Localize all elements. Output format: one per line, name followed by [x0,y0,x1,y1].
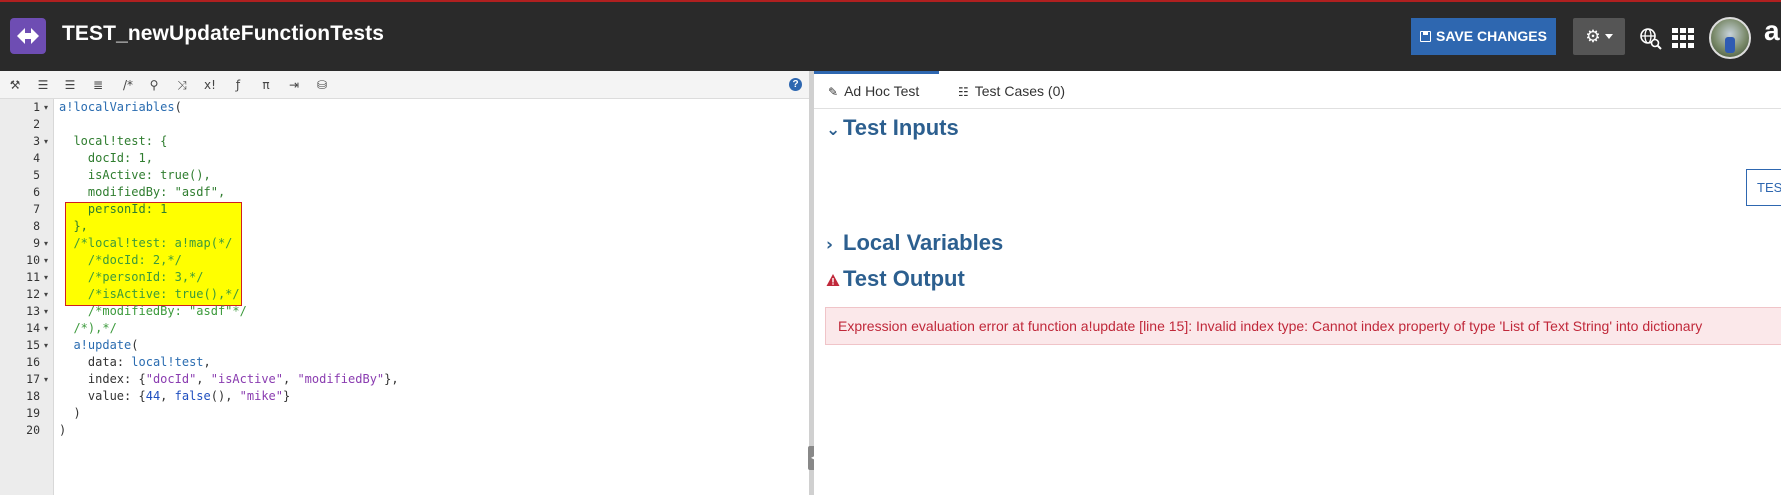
help-icon[interactable]: ? [789,78,802,91]
tab-ad-hoc-test[interactable]: ✎ Ad Hoc Test [814,71,939,109]
code-line: /*local!test: a!map(*/ [59,236,233,250]
test-inputs-header[interactable]: ⌄ Test Inputs [826,114,959,142]
database-search-icon[interactable]: ⛁ [314,77,330,93]
test-button[interactable]: TEST [1746,169,1781,206]
code-line: /*docId: 2,*/ [59,253,182,267]
line-number: 4 [33,151,40,165]
fold-toggle-icon[interactable]: ▾ [44,99,52,116]
shuffle-icon[interactable]: ⤨ [174,77,190,93]
code-line: a!update( [73,338,139,352]
outdent-icon[interactable]: ☰ [35,77,51,93]
code-line: a!localVariables( [59,100,182,114]
tab-label: Test Cases (0) [974,83,1066,99]
code-line: }, [59,219,88,233]
save-label: SAVE CHANGES [1436,28,1547,44]
code-line: ) [59,423,67,437]
local-variables-header[interactable]: › Local Variables [826,229,1003,257]
error-message: Expression evaluation error at function … [825,307,1781,345]
line-number: 19 [26,406,40,420]
expression-editor: ⚒ ☰ ☰ ≣ /* ⚲ ⤨ x! ƒ π ⇥ ⛁ ? 1 ▾ 2 3 ▾ 4 5 6 7 8 9 ▾… [0,71,809,495]
brand-logo-partial: a [1764,15,1780,46]
test-pane: ✎ Ad Hoc Test ☷ Test Cases (0) ⌄ Test Input… [814,71,1781,495]
section-title: Test Output [843,266,965,291]
code-line: modifiedBy: "asdf", [59,185,226,199]
fold-toggle-icon[interactable]: ▾ [44,269,52,286]
line-number: 15 [26,338,40,352]
line-number: 8 [33,219,40,233]
line-number: 3 [33,134,40,148]
fold-toggle-icon[interactable]: ▾ [44,133,52,150]
line-number: 12 [26,287,40,301]
chevron-right-icon: › [826,235,834,255]
line-number: 17 [26,372,40,386]
code-line: /*isActive: true(),*/ [59,287,240,301]
line-number: 7 [33,202,40,216]
code-line: local!test: { [59,134,168,148]
section-title: Test Inputs [843,115,959,140]
fold-toggle-icon[interactable]: ▾ [44,286,52,303]
fold-toggle-icon[interactable]: ▾ [44,371,52,388]
line-number: 11 [26,270,40,284]
apps-grid-icon[interactable] [1672,28,1694,48]
gear-icon: ⚙ [1585,27,1601,46]
line-number: 6 [33,185,40,199]
chevron-down-icon: ⌄ [826,120,841,140]
globe-search-icon[interactable] [1638,26,1662,50]
app-title: TEST_newUpdateFunctionTests [62,22,385,45]
line-number: 10 [26,253,40,267]
test-tabs: ✎ Ad Hoc Test ☷ Test Cases (0) [814,71,1781,109]
indent-icon[interactable]: ☰ [62,77,78,93]
tab-test-cases[interactable]: ☷ Test Cases (0) [944,71,1079,109]
line-number: 14 [26,321,40,335]
code-line: /*personId: 3,*/ [59,270,204,284]
list-icon[interactable]: ≣ [90,77,106,93]
fold-toggle-icon[interactable]: ▾ [44,337,52,354]
fold-toggle-icon[interactable]: ▾ [44,320,52,337]
tab-label: Ad Hoc Test [844,83,920,99]
editor-toolbar: ⚒ ☰ ☰ ≣ /* ⚲ ⤨ x! ƒ π ⇥ ⛁ ? [0,71,809,99]
line-number: 16 [26,355,40,369]
magic-wand-icon[interactable]: ⚒ [7,77,23,93]
comment-icon[interactable]: /* [120,77,136,93]
section-title: Local Variables [843,230,1004,255]
code-line: data: local!test, [87,355,211,369]
line-number: 20 [26,423,40,437]
app-logo-icon [10,18,46,54]
code-line: docId: 1, [59,151,153,165]
avatar[interactable] [1709,17,1751,59]
code-line: value: {44, false(), "mike"} [87,389,291,403]
code-area[interactable]: a!localVariables( local!test: { docId: 1… [55,99,805,495]
settings-menu-button[interactable]: ⚙ [1573,18,1625,55]
pi-icon[interactable]: π [258,77,274,93]
fold-toggle-icon[interactable]: ▾ [44,252,52,269]
line-number: 9 [33,236,40,250]
warning-icon [826,274,840,286]
save-disk-icon [1420,31,1431,42]
line-number-gutter: 1 ▾ 2 3 ▾ 4 5 6 7 8 9 ▾ 10 ▾ 11 ▾ 12 ▾ 13 ▾ 14 ▾ 15 ▾ 16 17 ▾ 18 19 2… [0,99,54,495]
list-icon: ☷ [958,85,969,99]
fold-toggle-icon[interactable]: ▾ [44,303,52,320]
fold-toggle-icon[interactable]: ▾ [44,235,52,252]
line-number: 1 [33,100,40,114]
code-line: personId: 1 [59,202,168,216]
code-line: isActive: true(), [59,168,211,182]
code-line: ) [59,406,81,420]
function-icon[interactable]: ƒ [230,77,246,93]
test-output-header: Test Output [826,265,965,293]
line-number: 13 [26,304,40,318]
export-icon[interactable]: ⇥ [286,77,302,93]
chevron-down-icon [1604,34,1613,39]
x-factorial-icon[interactable]: x! [202,77,218,93]
line-number: 5 [33,168,40,182]
code-line: /*modifiedBy: "asdf"*/ [59,304,247,318]
code-line: index: {"docId", "isActive", "modifiedBy… [87,372,399,386]
top-header: TEST_newUpdateFunctionTests SAVE CHANGES… [0,0,1781,71]
line-number: 2 [33,117,40,131]
save-changes-button[interactable]: SAVE CHANGES [1411,18,1556,55]
code-line: /*),*/ [59,321,117,335]
search-icon[interactable]: ⚲ [146,77,162,93]
line-number: 18 [26,389,40,403]
edit-icon: ✎ [828,85,839,99]
